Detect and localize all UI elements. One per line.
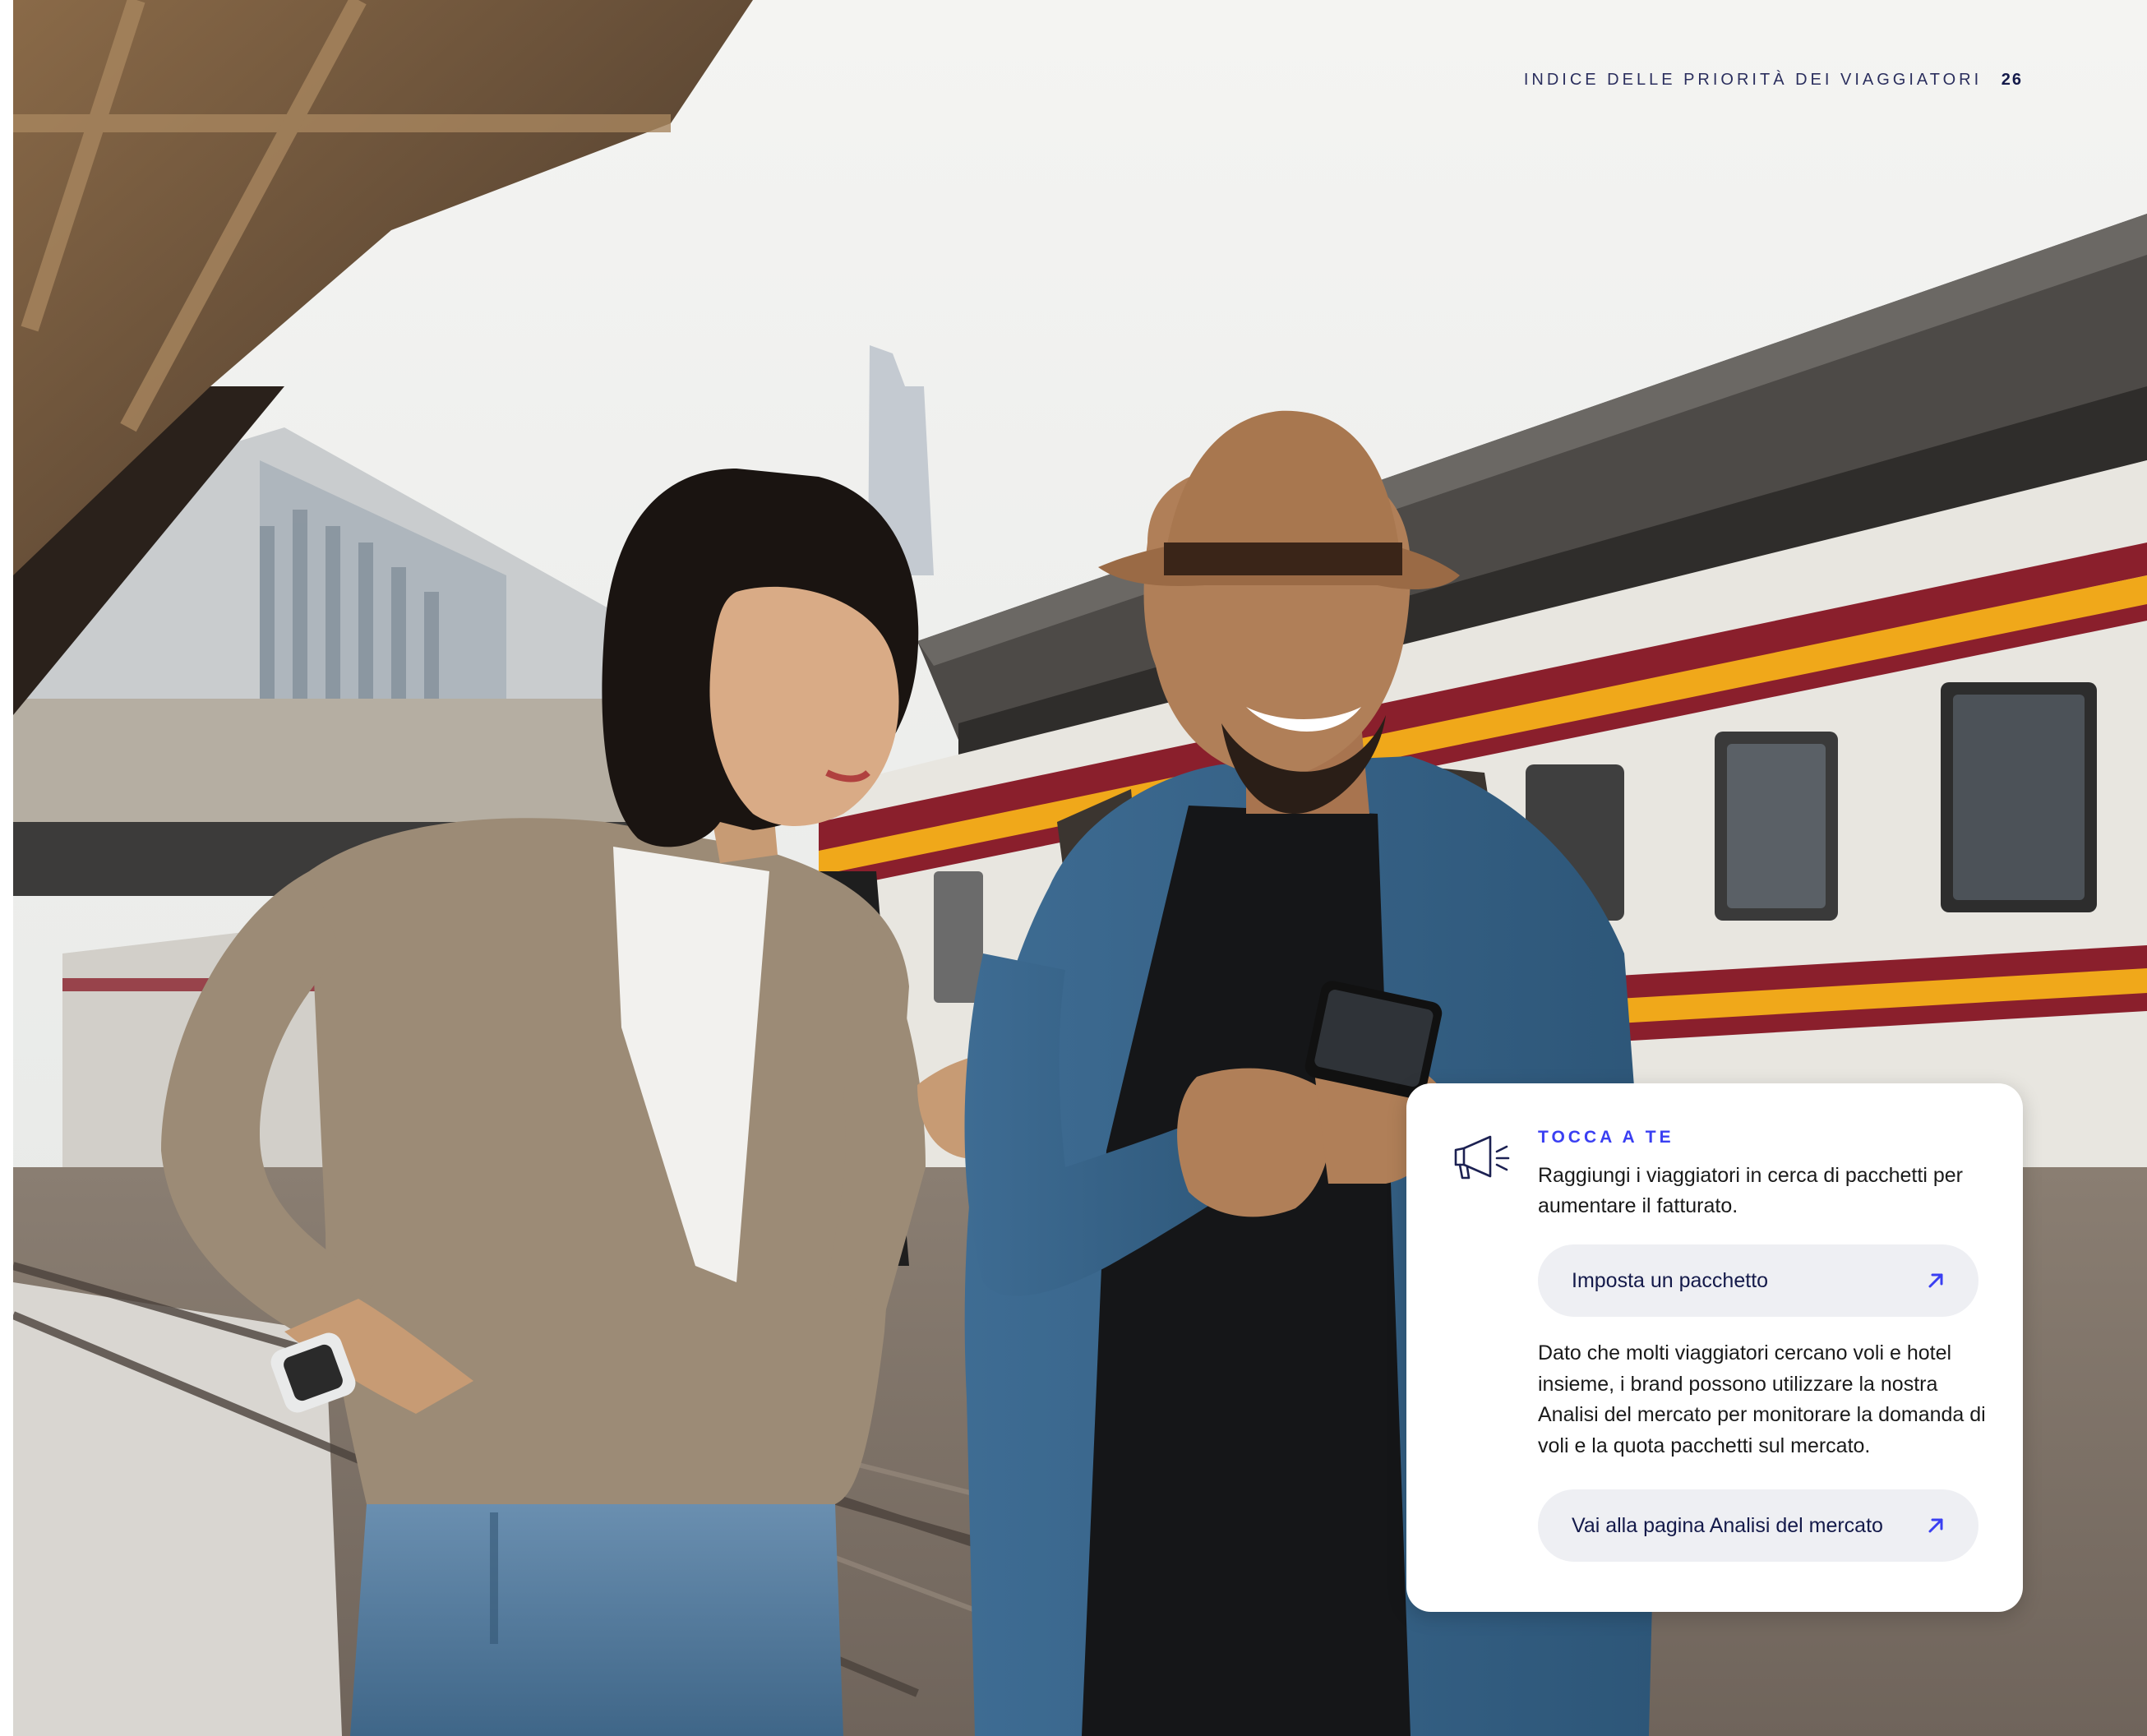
- card-lead-text: Raggiungi i viaggiatori in cerca di pacc…: [1538, 1164, 1963, 1217]
- market-insights-button[interactable]: Vai alla pagina Analisi del mercato: [1538, 1489, 1978, 1562]
- card-body-text: Dato che molti viaggiatori cercano voli …: [1538, 1341, 1986, 1457]
- page-number: 26: [2001, 71, 2023, 89]
- card-kicker: TOCCA A TE: [1538, 1128, 1674, 1147]
- megaphone-icon: [1454, 1135, 1510, 1180]
- arrow-up-right-icon: [1928, 1273, 1943, 1288]
- page: INDICE DELLE PRIORITÀ DEI VIAGGIATORI 26…: [13, 0, 2147, 1736]
- market-insights-label: Vai alla pagina Analisi del mercato: [1572, 1513, 1883, 1537]
- set-up-package-label: Imposta un pacchetto: [1572, 1268, 1769, 1292]
- cta-card: TOCCA A TE Raggiungi i viaggiatori in ce…: [1406, 1083, 2023, 1612]
- arrow-up-right-icon: [1928, 1518, 1943, 1533]
- report-title: INDICE DELLE PRIORITÀ DEI VIAGGIATORI: [1523, 71, 1983, 89]
- running-header: INDICE DELLE PRIORITÀ DEI VIAGGIATORI 26: [1524, 71, 2023, 90]
- set-up-package-button[interactable]: Imposta un pacchetto: [1538, 1244, 1978, 1317]
